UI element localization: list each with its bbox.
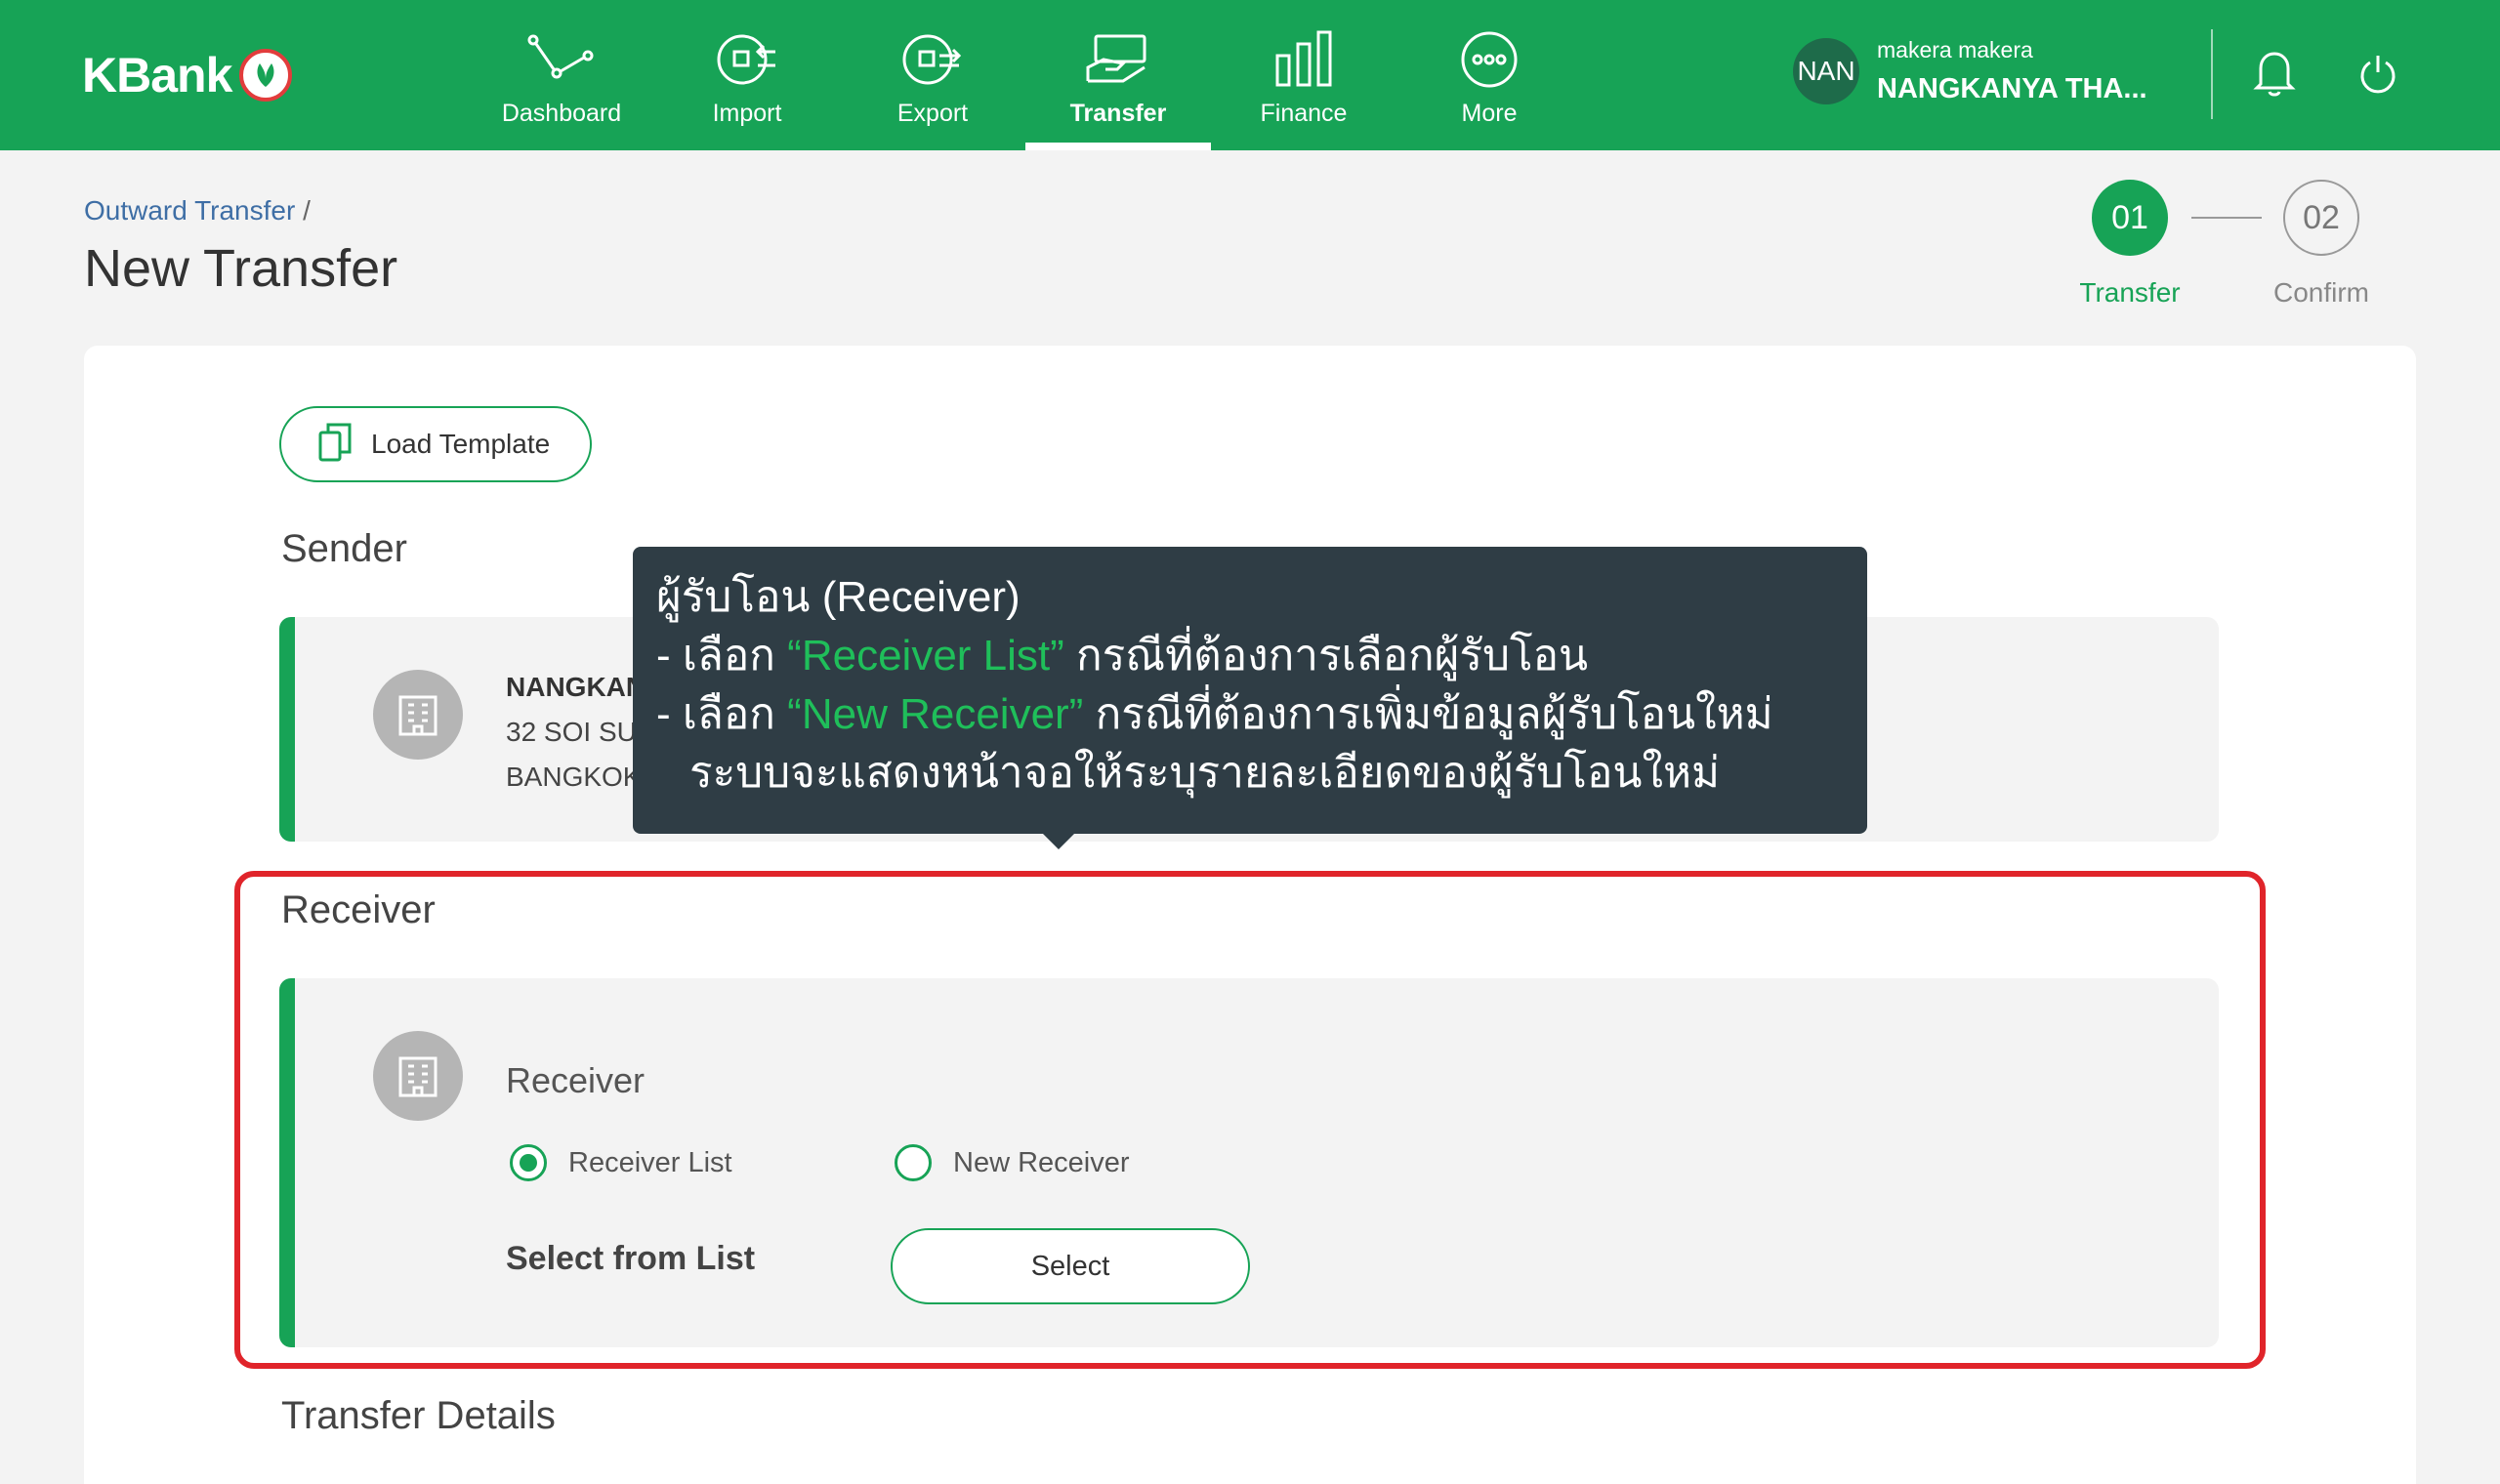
nav-more[interactable]: More bbox=[1396, 0, 1582, 150]
nav-label: More bbox=[1461, 100, 1518, 127]
radio-label: Receiver List bbox=[568, 1146, 732, 1178]
nav-label: Finance bbox=[1260, 100, 1348, 127]
nav-transfer[interactable]: Transfer bbox=[1025, 0, 1211, 150]
dashboard-icon bbox=[527, 29, 596, 90]
breadcrumb-outward-transfer[interactable]: Outward Transfer bbox=[84, 195, 295, 226]
sender-name: NANGKAN bbox=[506, 672, 646, 702]
radio-new-receiver[interactable]: New Receiver bbox=[895, 1144, 1130, 1181]
nav-dashboard[interactable]: Dashboard bbox=[469, 0, 654, 150]
user-name: NANGKANYA THA... bbox=[1877, 73, 2147, 104]
progress-stepper: 01 02 Transfer Confirm bbox=[2072, 180, 2385, 316]
tooltip-highlight: “Receiver List” bbox=[787, 632, 1064, 680]
brand-name: KBank bbox=[82, 48, 232, 103]
sender-address-line1: 32 SOI SU bbox=[506, 717, 637, 747]
step-2-label: Confirm bbox=[2272, 277, 2369, 308]
kbank-logo[interactable]: KBank bbox=[82, 47, 293, 103]
copy-icon bbox=[318, 423, 352, 467]
receiver-panel: Receiver Receiver List New Receiver Sele… bbox=[279, 978, 2219, 1347]
sender-section-title: Sender bbox=[281, 527, 407, 570]
step-1-label: Transfer bbox=[2079, 277, 2181, 308]
transfer-icon bbox=[1084, 29, 1152, 90]
receiver-section-title: Receiver bbox=[281, 888, 436, 931]
building-icon bbox=[373, 1031, 463, 1121]
receiver-label: Receiver bbox=[506, 1060, 646, 1100]
select-receiver-button[interactable]: Select bbox=[891, 1228, 1250, 1304]
tooltip-text: กรณีที่ต้องการเพิ่มข้อมูลผู้รับโอนใหม่ bbox=[1083, 690, 1773, 738]
nav-label: Transfer bbox=[1069, 100, 1167, 127]
nav-export[interactable]: Export bbox=[840, 0, 1025, 150]
tooltip-line-new-receiver: - เลือก “New Receiver” กรณีที่ต้องการเพิ… bbox=[656, 685, 1844, 744]
receiver-help-tooltip: ผู้รับโอน (Receiver) - เลือก “Receiver L… bbox=[633, 547, 1867, 849]
radio-receiver-list[interactable]: Receiver List bbox=[510, 1144, 732, 1181]
step-2-circle: 02 bbox=[2283, 180, 2359, 256]
breadcrumb-separator: / bbox=[303, 195, 311, 226]
tooltip-line-receiver-list: - เลือก “Receiver List” กรณีที่ต้องการเล… bbox=[656, 627, 1844, 685]
tooltip-title: ผู้รับโอน (Receiver) bbox=[656, 573, 1021, 621]
radio-unchecked-icon bbox=[895, 1144, 932, 1181]
building-icon bbox=[373, 670, 463, 760]
import-icon bbox=[715, 29, 779, 90]
avatar: NAN bbox=[1793, 38, 1859, 104]
nav-import[interactable]: Import bbox=[654, 0, 840, 150]
tooltip-text: - เลือก bbox=[656, 690, 788, 738]
user-role: makera makera bbox=[1877, 37, 2033, 62]
sender-address-line2: BANGKOK bbox=[506, 762, 642, 792]
tooltip-line-description: ระบบจะแสดงหน้าจอให้ระบุรายละเอียดของผู้ร… bbox=[689, 749, 1720, 797]
kbank-leaf-icon bbox=[239, 49, 293, 102]
step-connector bbox=[2191, 217, 2262, 219]
notification-button[interactable] bbox=[2246, 47, 2303, 103]
load-template-label: Load Template bbox=[371, 429, 551, 459]
main-nav: Dashboard Import Export Transfer Finance bbox=[469, 0, 1582, 150]
user-profile[interactable]: NAN makera makera NANGKANYA THA... bbox=[1793, 37, 2147, 105]
nav-finance[interactable]: Finance bbox=[1211, 0, 1396, 150]
transfer-details-section-title: Transfer Details bbox=[281, 1394, 556, 1437]
load-template-button[interactable]: Load Template bbox=[279, 406, 592, 482]
more-icon bbox=[1460, 29, 1519, 90]
tooltip-text: - เลือก bbox=[656, 632, 788, 680]
user-info: makera makera NANGKANYA THA... bbox=[1877, 37, 2147, 105]
nav-label: Dashboard bbox=[501, 100, 622, 127]
bell-icon bbox=[2253, 49, 2296, 103]
tooltip-text: กรณีที่ต้องการเลือกผู้รับโอน bbox=[1063, 632, 1589, 680]
step-1-circle: 01 bbox=[2092, 180, 2168, 256]
nav-label: Import bbox=[712, 100, 782, 127]
radio-checked-icon bbox=[510, 1144, 547, 1181]
select-from-list-label: Select from List bbox=[506, 1240, 756, 1277]
breadcrumb: Outward Transfer / bbox=[84, 195, 311, 227]
page-title: New Transfer bbox=[84, 239, 398, 298]
export-icon bbox=[900, 29, 965, 90]
nav-label: Export bbox=[896, 100, 969, 127]
top-header: KBank Dashboard Import Export Transfer F… bbox=[0, 0, 2500, 150]
logout-button[interactable] bbox=[2350, 47, 2406, 103]
power-icon bbox=[2358, 53, 2397, 99]
tooltip-highlight: “New Receiver” bbox=[787, 690, 1084, 738]
radio-label: New Receiver bbox=[953, 1146, 1130, 1178]
header-divider bbox=[2211, 29, 2213, 119]
finance-icon bbox=[1273, 29, 1334, 90]
